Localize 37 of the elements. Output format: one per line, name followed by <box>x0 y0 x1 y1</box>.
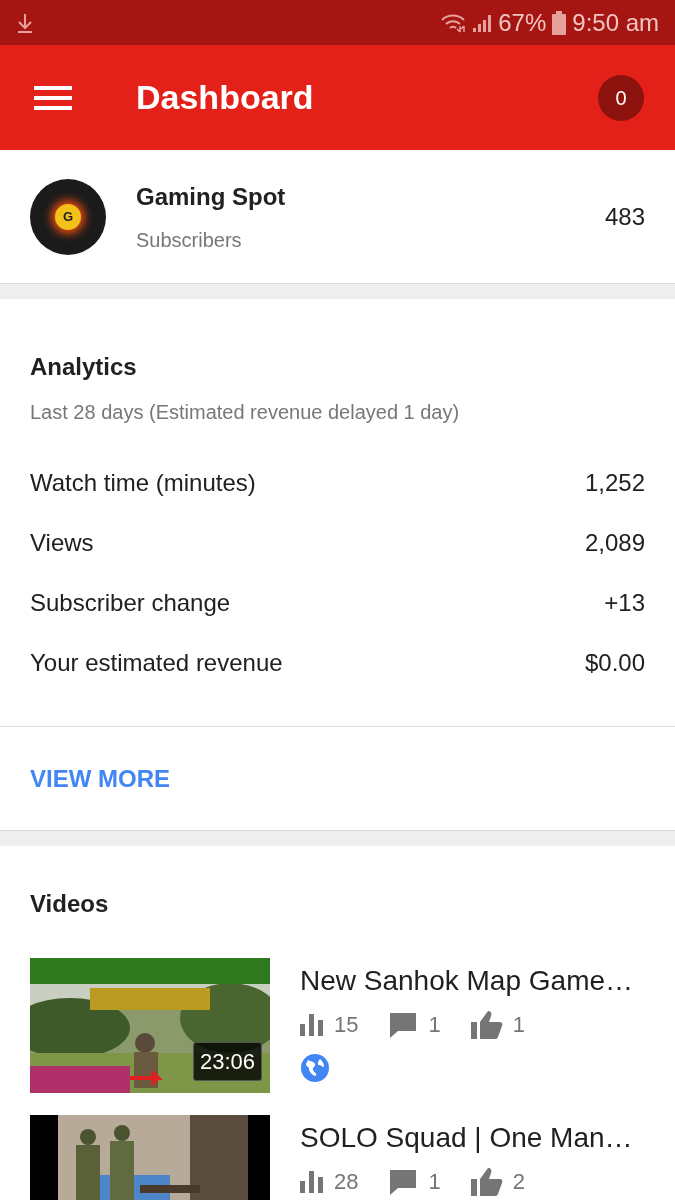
section-title: Videos <box>30 889 110 919</box>
metric-value: 1,252 <box>584 468 645 498</box>
channel-avatar[interactable]: G <box>30 178 106 255</box>
view-count: 15 <box>334 1011 359 1039</box>
comment-icon <box>388 1010 419 1039</box>
section-subtitle: Last 28 days (Estimated revenue delayed 1 day) <box>30 400 461 425</box>
comment-count: 1 <box>428 1168 441 1196</box>
clock-time: 9:50 am <box>572 7 659 38</box>
metric-value: $0.00 <box>584 648 645 678</box>
like-count: 1 <box>512 1011 525 1039</box>
metric-value: +13 <box>604 588 645 618</box>
metric-value: 2,089 <box>584 528 645 558</box>
section-title: Analytics <box>30 352 138 382</box>
video-title[interactable]: New Sanhok Map Game… <box>300 960 645 1002</box>
comment-icon <box>388 1167 419 1196</box>
battery-icon <box>552 10 567 35</box>
metric-label: Views <box>30 528 94 558</box>
download-icon <box>16 11 34 34</box>
comment-count: 1 <box>428 1011 441 1039</box>
page-title: Dashboard <box>136 77 315 118</box>
like-count: 2 <box>512 1168 525 1196</box>
metric-label: Subscriber change <box>30 588 231 618</box>
metric-label: Your estimated revenue <box>30 648 283 678</box>
video-title[interactable]: SOLO Squad | One Man… <box>300 1117 645 1159</box>
subscriber-count: 483 <box>604 201 645 232</box>
bar-chart-icon <box>300 1013 324 1036</box>
subscribers-label: Subscribers <box>136 227 243 253</box>
view-count: 28 <box>334 1168 359 1196</box>
bar-chart-icon <box>300 1170 324 1193</box>
thumbs-up-icon <box>470 1010 503 1039</box>
view-more-link[interactable]: VIEW MORE <box>30 760 170 797</box>
thumbs-up-icon <box>470 1167 503 1196</box>
notification-badge[interactable]: 0 <box>598 74 644 121</box>
battery-percent: 67% <box>498 7 547 38</box>
metric-label: Watch time (minutes) <box>30 468 256 498</box>
duration-badge: 23:06 <box>192 1042 262 1081</box>
channel-name: Gaming Spot <box>136 181 287 212</box>
